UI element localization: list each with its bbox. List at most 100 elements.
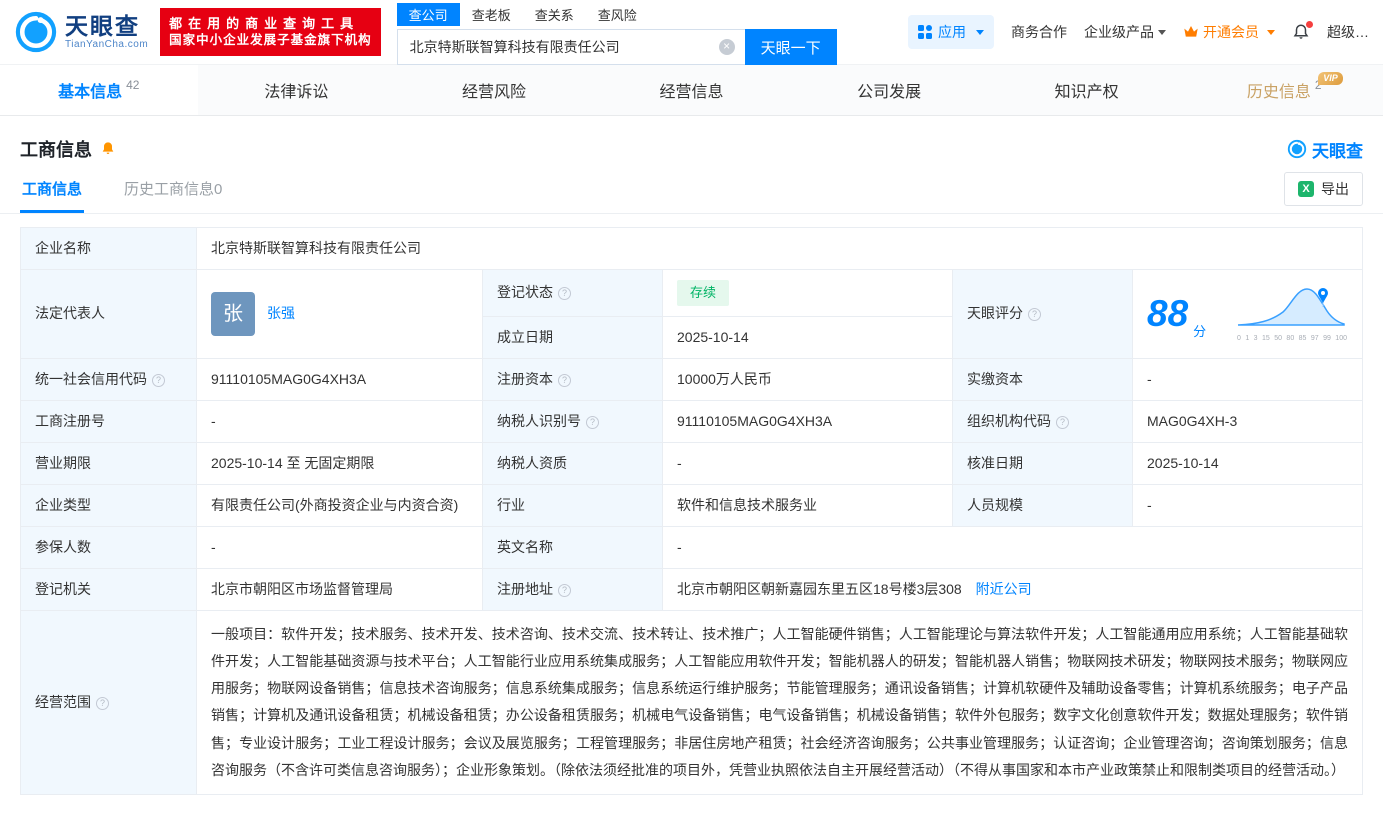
subtabs-row: 工商信息 历史工商信息0 导出 [0,170,1383,214]
reg-no-value: - [196,399,483,443]
search-row: 天眼一下 [396,29,837,65]
tab-label: 历史信息 [1246,84,1311,101]
promo-banner: 都在用的商业查询工具 国家中小企业发展子基金旗下机构 [160,8,381,56]
tab-intellectual-property[interactable]: 知识产权 [988,65,1186,115]
label-text: 天眼评分 [967,305,1023,322]
term-label: 营业期限 [20,441,197,485]
label-text: 工商注册号 [35,412,105,429]
search-block: 查公司 查老板 查关系 查风险 天眼一下 [396,0,837,65]
label-text: 纳税人识别号 [497,412,581,429]
help-icon[interactable] [96,696,109,710]
label-text: 组织机构代码 [967,412,1051,429]
help-icon[interactable] [152,373,165,387]
label-text: 经营范围 [35,693,91,710]
label-text: 统一社会信用代码 [35,370,147,387]
taxpayer-qualification-label: 纳税人资质 [482,441,663,485]
notification-dot [1306,21,1313,28]
super-vip-link[interactable]: 超级… [1327,22,1369,42]
search-tab-risk[interactable]: 查风险 [586,3,649,26]
enterprise-products-label: 企业级产品 [1084,24,1154,40]
credit-code-label: 统一社会信用代码 [20,357,197,401]
open-vip-menu[interactable]: 开通会员 [1183,22,1275,42]
taxpayer-no-value: 91110105MAG0G4XH3A [662,399,953,443]
open-vip-label: 开通会员 [1203,24,1259,40]
paid-capital-label: 实缴资本 [952,357,1133,401]
subtab-history-business-info[interactable]: 历史工商信息0 [122,170,224,213]
label-text: 纳税人资质 [497,454,567,471]
score-unit: 分 [1193,324,1207,339]
tab-label: 经营信息 [659,84,724,101]
legal-rep-name-link[interactable]: 张强 [267,303,295,324]
logo-text: 天眼查 TianYanCha.com [65,13,148,50]
tab-history-info[interactable]: 历史信息 2 VIP [1185,65,1383,115]
industry-label: 行业 [482,483,663,527]
tianyancha-watermark: 天眼查 [1287,137,1363,162]
label-text: 核准日期 [967,454,1023,471]
registry-label: 登记机关 [20,567,197,611]
export-button[interactable]: 导出 [1284,172,1363,206]
legal-rep-cell: 张 张强 [196,269,483,359]
tab-operational-risk[interactable]: 经营风险 [395,65,593,115]
search-tabs: 查公司 查老板 查关系 查风险 [396,3,837,26]
legal-rep-avatar[interactable]: 张 [211,291,255,336]
tianyancha-logo[interactable]: 天眼查 TianYanCha.com [14,10,148,54]
score-axis-tick: 50 [1274,335,1282,342]
row-reg-no: 工商注册号 - 纳税人识别号 91110105MAG0G4XH3A 组织机构代码… [20,399,1363,443]
help-icon[interactable] [586,415,599,429]
help-icon[interactable] [558,373,571,387]
company-detail-tabs: 基本信息 42 法律诉讼 经营风险 经营信息 公司发展 知识产权 历史信息 2 … [0,64,1383,116]
search-tab-boss[interactable]: 查老板 [460,3,523,26]
tab-business-info[interactable]: 经营信息 [593,65,791,115]
address-label: 注册地址 [482,567,663,611]
enterprise-products-menu[interactable]: 企业级产品 [1084,22,1166,42]
label-text: 注册资本 [497,370,553,387]
english-name-label: 英文名称 [482,525,663,569]
label-text: 参保人数 [35,538,91,555]
help-icon[interactable] [1028,308,1041,322]
label-text: 法定代表人 [35,305,105,322]
tab-label: 知识产权 [1054,84,1119,101]
reg-status-cell: 存续 [662,269,953,317]
business-info-table: 企业名称 北京特斯联智算科技有限责任公司 法定代表人 张 张强 登记状态 存续 … [20,227,1363,796]
score-cell: 88 分 0 1 3 15 50 80 85 97 99 100 [1132,269,1363,359]
tab-legal-proceedings[interactable]: 法律诉讼 [198,65,396,115]
help-icon[interactable] [1056,415,1069,429]
subscribe-bell-icon[interactable] [100,141,116,157]
clear-search-icon[interactable] [718,39,735,55]
promo-line-1: 都在用的商业查询工具 [169,16,360,31]
section-title: 工商信息 [20,140,92,160]
score-axis-tick: 80 [1286,335,1295,342]
label-text: 企业名称 [35,240,91,256]
apps-menu-button[interactable]: 应用 [908,15,994,49]
subtab-business-info[interactable]: 工商信息 [20,170,85,213]
nearby-companies-link[interactable]: 附近公司 [976,581,1032,597]
search-input[interactable] [397,30,745,64]
search-tab-relation[interactable]: 查关系 [523,3,586,26]
term-value: 2025-10-14 至 无固定期限 [196,441,483,485]
label-text: 成立日期 [497,328,553,345]
business-cooperation-link[interactable]: 商务合作 [1011,22,1067,42]
row-term: 营业期限 2025-10-14 至 无固定期限 纳税人资质 - 核准日期 202… [20,441,1363,485]
search-button[interactable]: 天眼一下 [744,29,837,65]
org-code-label: 组织机构代码 [952,399,1133,443]
help-icon[interactable] [558,287,571,301]
reg-no-label: 工商注册号 [20,399,197,443]
top-header: 天眼查 TianYanCha.com 都在用的商业查询工具 国家中小企业发展子基… [0,0,1383,65]
company-type-label: 企业类型 [20,483,197,527]
label-text: 人员规模 [967,496,1023,513]
score-label: 天眼评分 [952,269,1133,359]
search-tab-company[interactable]: 查公司 [396,3,460,26]
notifications-bell-icon[interactable] [1292,21,1313,41]
help-icon[interactable] [558,583,571,597]
reg-status-label: 登记状态 [482,269,663,317]
insured-count-label: 参保人数 [20,525,197,569]
score-axis-tick: 85 [1298,335,1307,342]
score-axis-tick: 97 [1310,335,1319,342]
tab-basic-info[interactable]: 基本信息 42 [0,65,198,115]
business-scope-value: 一般项目：软件开发；技术服务、技术开发、技术咨询、技术交流、技术转让、技术推广；… [211,625,1348,778]
tab-company-development[interactable]: 公司发展 [790,65,988,115]
tab-label: 经营风险 [461,84,526,101]
score-axis: 0 1 3 15 50 80 85 97 99 100 [1236,334,1348,345]
row-business-scope: 经营范围 一般项目：软件开发；技术服务、技术开发、技术咨询、技术交流、技术转让、… [20,609,1363,796]
score-axis-tick: 0 [1237,335,1241,342]
